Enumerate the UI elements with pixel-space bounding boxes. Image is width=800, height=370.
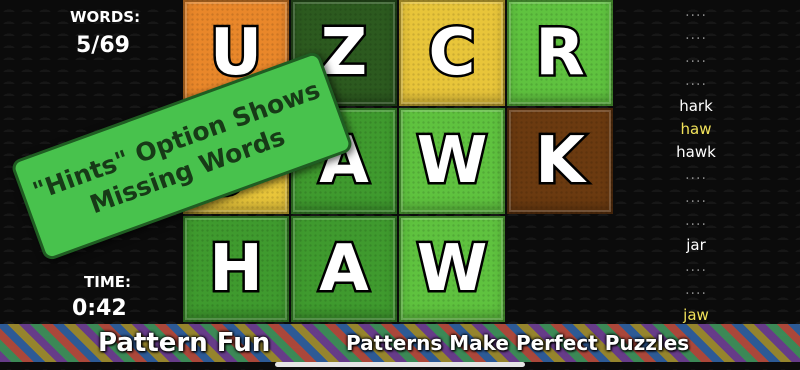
hidden-word-slot: .... bbox=[685, 259, 707, 275]
letter-tile[interactable]: H bbox=[183, 216, 289, 322]
tile-letter: K bbox=[533, 122, 588, 201]
letter-tile[interactable]: R bbox=[507, 0, 613, 106]
hidden-word-slot: .... bbox=[685, 73, 707, 89]
hidden-word-slot: .... bbox=[685, 167, 707, 183]
hidden-word-slot: .... bbox=[685, 190, 707, 206]
banner-tagline: Patterns Make Perfect Puzzles bbox=[346, 331, 690, 355]
tile-letter: A bbox=[317, 230, 372, 309]
found-word: hark bbox=[679, 97, 713, 115]
hidden-word-slot: .... bbox=[685, 282, 707, 298]
letter-tile[interactable]: W bbox=[399, 108, 505, 214]
tile-letter: H bbox=[207, 230, 266, 309]
hidden-word-slot: .... bbox=[685, 50, 707, 66]
hidden-word-slot: .... bbox=[685, 27, 707, 43]
letter-tile[interactable]: W bbox=[399, 216, 505, 322]
found-word: jaw bbox=[683, 306, 709, 324]
banner-title: Pattern Fun bbox=[98, 328, 271, 358]
time-counter: 0:42 bbox=[72, 296, 127, 321]
time-label: TIME: bbox=[84, 273, 131, 291]
game-screen: WORDS: 5/69 TIME: 0:42 UZCRJAWKHAW .....… bbox=[0, 0, 800, 370]
words-label: WORDS: bbox=[70, 8, 141, 26]
found-word: hawk bbox=[676, 143, 716, 161]
letter-tile[interactable]: K bbox=[507, 108, 613, 214]
words-counter: 5/69 bbox=[76, 33, 130, 58]
letter-tile[interactable]: C bbox=[399, 0, 505, 106]
tile-letter: W bbox=[414, 122, 490, 201]
tile-letter: C bbox=[426, 14, 478, 93]
letter-tile[interactable]: A bbox=[291, 216, 397, 322]
found-word: jar bbox=[686, 236, 706, 254]
hidden-word-slot: .... bbox=[685, 4, 707, 20]
hidden-word-slot: .... bbox=[685, 213, 707, 229]
found-word: haw bbox=[680, 120, 712, 138]
home-indicator[interactable] bbox=[275, 362, 525, 367]
found-words-list: ................ hark haw hawk............ j… bbox=[650, 0, 742, 324]
tile-letter: W bbox=[414, 230, 490, 309]
tile-letter: R bbox=[533, 14, 587, 93]
